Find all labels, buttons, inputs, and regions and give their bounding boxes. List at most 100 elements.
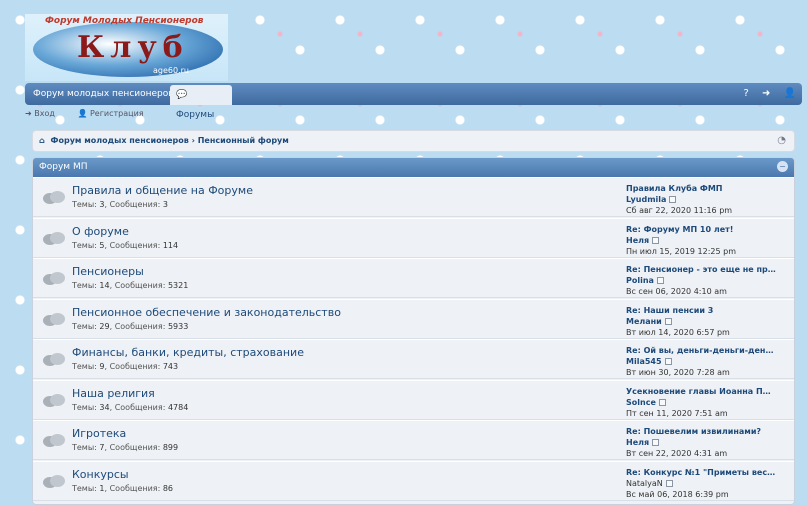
- last-post: Re: Конкурс №1 "Приметы весны" NatalyaN …: [626, 467, 791, 500]
- goto-post-icon[interactable]: [665, 479, 673, 487]
- last-post-title[interactable]: Re: Пенсионер - это еще не пр…: [626, 264, 776, 275]
- register-link[interactable]: 👤 Регистрация: [77, 109, 153, 118]
- tab-forums[interactable]: 💬 Форумы: [170, 85, 232, 120]
- last-post-title[interactable]: Правила Клуба ФМП: [626, 183, 776, 194]
- forum-stats: Темы: 29, Сообщения: 5933: [72, 321, 189, 331]
- topics-label: Темы:: [72, 402, 97, 412]
- forum-title[interactable]: Правила и общение на Форуме: [72, 184, 253, 197]
- forum-stats: Темы: 3, Сообщения: 3: [72, 200, 168, 209]
- forum-title[interactable]: Конкурсы: [72, 468, 129, 481]
- last-post: Re: Ой вы, деньги-деньги-день… Mila545 В…: [626, 345, 791, 378]
- posts-count: 114: [162, 240, 179, 250]
- topics-count: 9: [99, 362, 105, 371]
- last-post-user[interactable]: Неля: [626, 438, 649, 447]
- help-icon[interactable]: ?: [743, 88, 748, 99]
- topics-count: 5: [99, 240, 105, 250]
- forum-title[interactable]: Пенсионеры: [72, 265, 144, 278]
- goto-post-icon[interactable]: [652, 439, 660, 446]
- goto-post-icon[interactable]: [664, 317, 672, 325]
- forum-read-icon: [43, 474, 65, 491]
- forum-panel: Форум МП − Правила и общение на Форуме Т…: [32, 157, 795, 505]
- last-post-user[interactable]: Mila545: [626, 357, 662, 366]
- breadcrumb-current[interactable]: Пенсионный форум: [198, 136, 289, 145]
- register-icon[interactable]: 👤: [784, 88, 796, 99]
- last-post-title[interactable]: Re: Наши пенсии 3: [626, 305, 776, 316]
- last-post-user[interactable]: Неля: [626, 236, 649, 245]
- topics-label: Темы:: [72, 362, 97, 371]
- forum-row: Игротека Темы: 7, Сообщения: 899 Re: Пош…: [33, 420, 794, 460]
- last-post: Re: Форуму МП 10 лет! Неля Пн июл 15, 20…: [626, 224, 791, 257]
- topics-label: Темы:: [72, 240, 97, 250]
- posts-label: Сообщения:: [109, 443, 161, 452]
- last-post: Re: Пошевелим извилинами? Неля Вт сен 22…: [626, 426, 791, 459]
- forum-stats: Темы: 9, Сообщения: 743: [72, 362, 179, 371]
- last-post-user[interactable]: Мелани: [626, 317, 662, 326]
- login-link[interactable]: ➜ Вход: [25, 109, 65, 118]
- goto-post-icon[interactable]: [656, 277, 664, 284]
- forum-read-icon: [43, 312, 65, 329]
- last-post-title[interactable]: Усекновение главы Иоанна Пред…: [626, 386, 776, 397]
- last-post-title[interactable]: Re: Пошевелим извилинами?: [626, 426, 776, 437]
- logo-domain-text: age60.ru: [153, 66, 189, 75]
- last-post-user[interactable]: Lyudmila: [626, 195, 666, 204]
- home-icon[interactable]: ⌂: [39, 136, 45, 145]
- forum-read-icon: [43, 393, 65, 410]
- forum-read-icon: [43, 434, 65, 450]
- goto-post-icon[interactable]: [658, 398, 666, 406]
- topics-label: Темы:: [72, 200, 97, 209]
- last-post: Re: Пенсионер - это еще не пр… Polina Вс…: [626, 264, 791, 297]
- forum-title[interactable]: Наша религия: [72, 387, 155, 400]
- forum-read-icon: [43, 191, 65, 207]
- forum-title[interactable]: Игротека: [72, 427, 126, 440]
- logo-main-text: Клуб: [77, 30, 189, 65]
- last-post-title[interactable]: Re: Форуму МП 10 лет!: [626, 224, 776, 235]
- forum-row: Пенсионеры Темы: 14, Сообщения: 5321 Re:…: [33, 258, 794, 298]
- last-post-user[interactable]: Polina: [626, 276, 654, 285]
- forum-stats: Темы: 34, Сообщения: 4784: [72, 402, 189, 412]
- forum-stats: Темы: 7, Сообщения: 899: [72, 443, 179, 452]
- last-post: Усекновение главы Иоанна Пред… Solnce Пт…: [626, 386, 791, 419]
- login-icon[interactable]: ➜: [762, 88, 770, 99]
- last-post-date: Вт июн 30, 2020 7:28 am: [626, 368, 730, 377]
- site-logo[interactable]: Форум Молодых Пенсионеров Клуб age60.ru: [25, 14, 228, 81]
- forum-title[interactable]: Пенсионное обеспечение и законодательств…: [72, 306, 341, 319]
- panel-title[interactable]: Форум МП: [39, 162, 87, 172]
- chat-icon: 💬: [176, 90, 188, 100]
- last-post-date: Пн июл 15, 2019 12:25 pm: [626, 246, 737, 256]
- last-post-user[interactable]: NatalyaN: [626, 479, 663, 488]
- posts-label: Сообщения:: [109, 362, 161, 371]
- forum-title[interactable]: Финансы, банки, кредиты, страхование: [72, 346, 304, 359]
- posts-label: Сообщения:: [114, 281, 166, 290]
- last-post-title[interactable]: Re: Ой вы, деньги-деньги-день…: [626, 345, 776, 356]
- breadcrumb-separator: ›: [191, 136, 195, 145]
- goto-post-icon[interactable]: [669, 196, 677, 203]
- forum-read-icon: [43, 353, 65, 369]
- navbar: Форум молодых пенсионеров 💬 Форумы ? ➜ 👤: [25, 83, 802, 120]
- forum-stats: Темы: 14, Сообщения: 5321: [72, 281, 189, 290]
- last-post-user[interactable]: Solnce: [626, 398, 656, 407]
- last-post: Re: Наши пенсии 3 Мелани Вт июл 14, 2020…: [626, 305, 791, 338]
- goto-post-icon[interactable]: [652, 236, 660, 244]
- forum-read-icon: [43, 231, 65, 248]
- breadcrumb-home[interactable]: Форум молодых пенсионеров: [51, 136, 189, 145]
- forum-row: Правила и общение на Форуме Темы: 3, Соо…: [33, 177, 794, 217]
- goto-post-icon[interactable]: [664, 358, 672, 365]
- topics-label: Темы:: [72, 443, 97, 452]
- topics-count: 14: [99, 281, 110, 290]
- forum-stats: Темы: 1, Сообщения: 86: [72, 483, 174, 493]
- last-post-title[interactable]: Re: Конкурс №1 "Приметы весны": [626, 467, 776, 478]
- user-bar: ➜ Вход 👤 Регистрация: [25, 107, 164, 121]
- clock-icon: ◔: [777, 135, 786, 146]
- topics-count: 1: [99, 483, 105, 493]
- nav-icons: ? ➜ 👤: [733, 83, 796, 105]
- nav-home-link[interactable]: Форум молодых пенсионеров: [25, 83, 182, 105]
- forum-row: Финансы, банки, кредиты, страхование Тем…: [33, 339, 794, 379]
- posts-label: Сообщения:: [114, 402, 166, 412]
- posts-label: Сообщения:: [109, 200, 161, 209]
- collapse-icon[interactable]: −: [777, 161, 788, 172]
- topics-count: 34: [99, 402, 110, 412]
- last-post-date: Пт сен 11, 2020 7:51 am: [626, 408, 728, 418]
- forum-title[interactable]: О форуме: [72, 225, 129, 238]
- forum-row: Наша религия Темы: 34, Сообщения: 4784 У…: [33, 379, 794, 420]
- topics-label: Темы:: [72, 483, 97, 493]
